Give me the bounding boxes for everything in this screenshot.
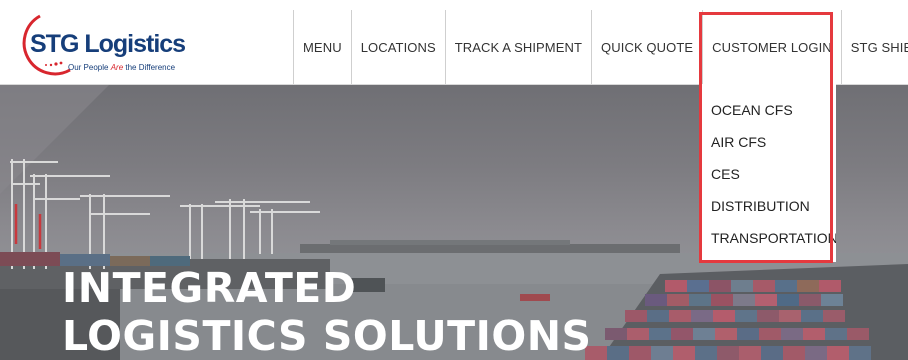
main-nav: MENU LOCATIONS TRACK A SHIPMENT QUICK QU…: [293, 10, 908, 84]
nav-track-shipment[interactable]: TRACK A SHIPMENT: [444, 10, 591, 84]
tagline-accent: Are: [110, 63, 124, 72]
nav-stg-shield[interactable]: STG SHIELD: [840, 10, 908, 84]
nav-locations[interactable]: LOCATIONS: [350, 10, 445, 84]
tagline-start: Our People: [68, 63, 111, 72]
hero-title-line2: LOGISTICS SOLUTIONS: [62, 312, 592, 360]
nav-customer-login[interactable]: CUSTOMER LOGIN: [702, 10, 841, 84]
logo-tagline: Our People Are the Difference: [68, 63, 175, 72]
nav-quick-quote[interactable]: QUICK QUOTE: [591, 10, 702, 84]
dropdown-item-transportation[interactable]: TRANSPORTATION: [700, 222, 836, 254]
dropdown-item-distribution[interactable]: DISTRIBUTION: [700, 190, 836, 222]
customer-login-dropdown: OCEAN CFS AIR CFS CES DISTRIBUTION TRANS…: [700, 84, 836, 262]
dropdown-item-ocean-cfs[interactable]: OCEAN CFS: [700, 94, 836, 126]
logo-brand: STG Logistics: [30, 30, 186, 58]
dropdown-item-air-cfs[interactable]: AIR CFS: [700, 126, 836, 158]
tagline-end: the Difference: [123, 63, 176, 72]
nav-menu[interactable]: MENU: [293, 10, 351, 84]
hero-title: INTEGRATED LOGISTICS SOLUTIONS: [62, 264, 592, 360]
site-header: STG Logistics Our People Are the Differe…: [0, 0, 908, 85]
stg-logo[interactable]: STG Logistics Our People Are the Differe…: [10, 10, 200, 76]
hero-title-line1: INTEGRATED: [62, 264, 357, 312]
dropdown-item-ces[interactable]: CES: [700, 158, 836, 190]
